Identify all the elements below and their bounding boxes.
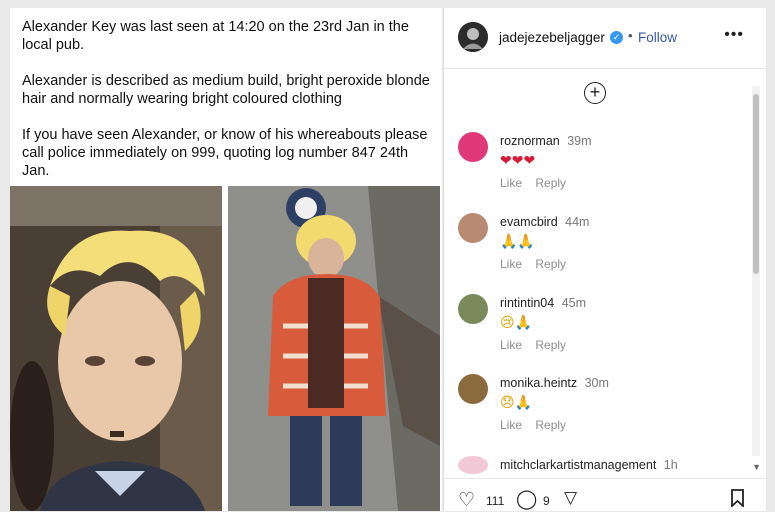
comment-like-button[interactable]: Like [500,176,522,190]
comment-time: 39m [567,134,592,148]
comment-reply-button[interactable]: Reply [535,418,566,432]
comment-text: 🙏🙏 [500,233,535,249]
photo-cctv [228,186,440,511]
comment-item: monika.heintz 30m 😞🙏 Like Reply [458,374,728,440]
comments-scrollbar[interactable] [752,86,760,456]
photo-selfie [10,186,222,511]
add-comment-icon[interactable]: + [584,82,606,104]
author-username[interactable]: jadejezebeljagger [499,30,605,45]
commenter-avatar[interactable] [458,132,488,162]
comment-text: ❤❤❤ [500,152,536,168]
comments-panel: jadejezebeljagger ✓ • Follow ••• + rozno… [443,8,766,511]
commenter-username[interactable]: mitchclarkartistmanagement [500,458,656,472]
missing-person-notice: Alexander Key was last seen at 14:20 on … [22,18,432,198]
more-options-icon[interactable]: ••• [724,26,744,44]
commenter-username[interactable]: evamcbird [500,215,558,229]
comment-reply-button[interactable]: Reply [535,338,566,352]
comment-reply-button[interactable]: Reply [535,176,566,190]
comment-like-button[interactable]: Like [500,418,522,432]
comment-like-button[interactable]: Like [500,338,522,352]
notice-description: Alexander is described as medium build, … [22,73,430,107]
bookmark-icon[interactable] [731,489,744,507]
comment-item: rintintin04 45m 😢🙏 Like Reply [458,294,728,360]
scroll-down-arrow-icon[interactable]: ▼ [752,462,761,472]
comment-count: 9 [543,494,550,508]
commenter-avatar[interactable] [458,213,488,243]
comment-item: evamcbird 44m 🙏🙏 Like Reply [458,213,728,279]
comment-time: 1h [663,458,678,472]
comment-bubble-icon[interactable]: ◯ [516,488,537,511]
notice-contact: If you have seen Alexander, or know of h… [22,127,428,179]
post-header: jadejezebeljagger ✓ • Follow ••• [444,8,766,69]
comment-text: 😞🙏 [500,394,533,410]
commenter-avatar[interactable] [458,374,488,404]
comment-text: 😢🙏 [500,314,533,330]
like-count: 111 [486,494,505,508]
comment-item: mitchclarkartistmanagement 1h [458,456,728,476]
commenter-username[interactable]: roznorman [500,134,560,148]
share-send-icon[interactable]: ▽ [564,488,577,508]
comment-item: roznorman 39m ❤❤❤ Like Reply [458,132,728,198]
comment-like-button[interactable]: Like [500,257,522,271]
post-actions-bar: ♡ 111 ◯ 9 ▽ [444,478,766,512]
header-separator: • [628,28,633,43]
commenter-avatar[interactable] [458,294,488,324]
commenter-username[interactable]: monika.heintz [500,376,577,390]
scrollbar-thumb[interactable] [753,94,759,274]
comment-time: 45m [561,296,587,310]
heart-icon[interactable]: ♡ [458,489,475,512]
post-content: Alexander Key was last seen at 14:20 on … [10,8,442,511]
commenter-username[interactable]: rintintin04 [500,296,554,310]
comment-time: 44m [565,215,590,229]
notice-last-seen: Alexander Key was last seen at 14:20 on … [22,19,409,53]
verified-badge-icon: ✓ [610,31,623,44]
commenter-avatar[interactable] [458,456,488,474]
author-avatar[interactable] [458,22,488,52]
follow-button[interactable]: Follow [638,30,677,45]
comment-reply-button[interactable]: Reply [535,257,566,271]
comment-time: 30m [584,376,609,390]
